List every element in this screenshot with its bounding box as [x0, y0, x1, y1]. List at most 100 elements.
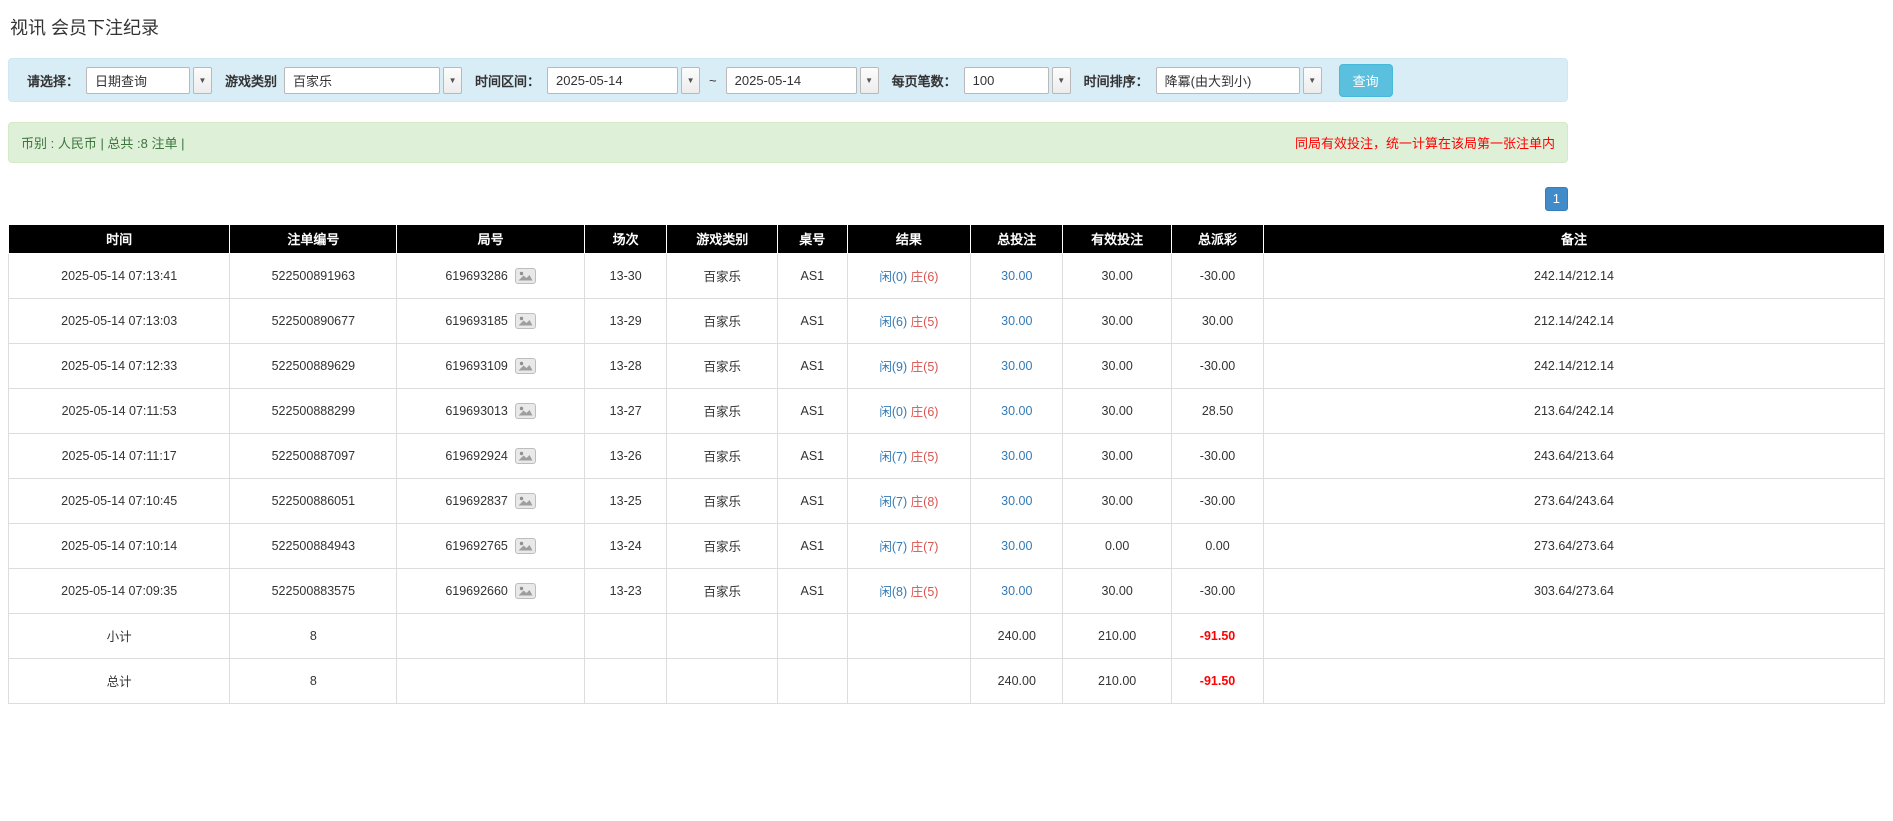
total-bet-link[interactable]: 30.00	[1001, 269, 1032, 283]
time-cell: 2025-05-14 07:13:41	[7, 252, 231, 299]
round-detail-icon[interactable]	[514, 492, 536, 509]
table-row: 2025-05-14 07:09:35 522500883575 619692660…	[7, 567, 1886, 614]
column-header-4: 场次	[583, 223, 668, 254]
round-cell: 619692924	[396, 432, 585, 479]
session-cell: 13-24	[583, 522, 668, 569]
game-type-cell: 百家乐	[666, 477, 779, 524]
chevron-down-icon[interactable]: ▼	[193, 66, 213, 94]
player-result: 闲(0)	[879, 405, 908, 420]
note-cell: 242.14/212.14	[1262, 252, 1886, 299]
result-cell: 闲(9) 庄(5)	[846, 342, 972, 389]
game-type-value[interactable]: 百家乐	[284, 66, 441, 94]
game-type-cell: 百家乐	[666, 522, 779, 569]
chevron-down-icon[interactable]: ▼	[1051, 66, 1071, 94]
page-title: 视讯 会员下注纪录	[10, 18, 160, 38]
banker-result: 庄(8)	[910, 495, 939, 510]
round-detail-icon[interactable]	[514, 402, 536, 419]
total-row-cell-10: -91.50	[1171, 657, 1264, 704]
total-bet-link[interactable]: 30.00	[1001, 404, 1032, 418]
player-result: 闲(7)	[879, 495, 908, 510]
banker-result: 庄(6)	[910, 405, 939, 420]
payout-cell: 0.00	[1171, 522, 1264, 569]
bet-id-cell: 522500890677	[229, 297, 398, 344]
bet-id-cell: 522500891963	[229, 252, 398, 299]
chevron-down-icon[interactable]: ▼	[1302, 66, 1322, 94]
round-id: 619692765	[445, 538, 508, 553]
subtotal-row-cell-4	[583, 612, 668, 659]
note-cell: 242.14/212.14	[1262, 342, 1886, 389]
total-row-cell-6	[777, 657, 848, 704]
records-table: 时间 注单编号 局号 场次 游戏类别 桌号 结果 总投注 有效投注 总派彩 备注 2025-05-1…	[7, 223, 1886, 704]
round-cell: 619692837	[396, 477, 585, 524]
time-cell: 2025-05-14 07:11:53	[7, 387, 231, 434]
banker-result: 庄(5)	[910, 585, 939, 600]
table-no-cell: AS1	[777, 567, 848, 614]
table-no-cell: AS1	[777, 297, 848, 344]
time-cell: 2025-05-14 07:10:45	[7, 477, 231, 524]
column-header-8: 总投注	[970, 223, 1064, 254]
total-bet-cell: 30.00	[970, 567, 1064, 614]
table-no-cell: AS1	[777, 522, 848, 569]
payout-cell: -30.00	[1171, 432, 1264, 479]
session-cell: 13-23	[583, 567, 668, 614]
result-cell: 闲(7) 庄(5)	[846, 432, 972, 479]
game-type-label: 游戏类别	[225, 73, 278, 89]
sort-order-label: 时间排序：	[1083, 73, 1149, 89]
search-button[interactable]: 查询	[1338, 63, 1393, 97]
select-type-value[interactable]: 日期查询	[86, 66, 191, 94]
session-cell: 13-27	[583, 387, 668, 434]
total-bet-cell: 30.00	[970, 297, 1064, 344]
subtotal-row: 小计 8 240.00 210.00 -91.50	[7, 612, 1886, 659]
total-bet-cell: 30.00	[970, 387, 1064, 434]
total-bet-link[interactable]: 30.00	[1001, 314, 1032, 328]
total-bet-link[interactable]: 30.00	[1001, 494, 1032, 508]
round-detail-icon[interactable]	[514, 447, 536, 464]
chevron-down-icon[interactable]: ▼	[859, 66, 879, 94]
note-cell: 273.64/273.64	[1262, 522, 1886, 569]
round-detail-icon[interactable]	[514, 537, 536, 554]
chevron-down-icon[interactable]: ▼	[443, 66, 463, 94]
payout-cell: -30.00	[1171, 342, 1264, 389]
top-area: 请选择： 日期查询 ▼ 游戏类别 百家乐 ▼ 时间区间： 2025-05-14 …	[8, 58, 1568, 211]
round-cell: 619693185	[396, 297, 585, 344]
total-bet-link[interactable]: 30.00	[1001, 539, 1032, 553]
note-cell: 212.14/242.14	[1262, 297, 1886, 344]
game-type-cell: 百家乐	[666, 432, 779, 479]
note-cell: 303.64/273.64	[1262, 567, 1886, 614]
total-bet-cell: 30.00	[970, 342, 1064, 389]
bet-id-cell: 522500883575	[229, 567, 398, 614]
round-detail-icon[interactable]	[514, 267, 536, 284]
total-bet-link[interactable]: 30.00	[1001, 584, 1032, 598]
total-bet-link[interactable]: 30.00	[1001, 359, 1032, 373]
valid-bet-cell: 30.00	[1062, 342, 1173, 389]
total-row-cell-9: 210.00	[1062, 657, 1173, 704]
sort-order-combo: 降冪(由大到小) ▼	[1155, 66, 1322, 94]
subtotal-row-cell-2: 8	[229, 612, 398, 659]
session-cell: 13-30	[583, 252, 668, 299]
page-size-combo: 100 ▼	[963, 66, 1071, 94]
note-cell: 213.64/242.14	[1262, 387, 1886, 434]
round-detail-icon[interactable]	[514, 312, 536, 329]
total-bet-link[interactable]: 30.00	[1001, 449, 1032, 463]
round-id: 619693013	[445, 403, 508, 418]
round-id: 619692924	[445, 448, 508, 463]
column-header-7: 结果	[846, 223, 972, 254]
round-id: 619693185	[445, 313, 508, 328]
date-from-value[interactable]: 2025-05-14	[547, 66, 679, 94]
pagination-page-1[interactable]: 1	[1544, 187, 1568, 211]
game-type-cell: 百家乐	[666, 297, 779, 344]
game-type-cell: 百家乐	[666, 567, 779, 614]
round-id: 619692660	[445, 583, 508, 598]
sort-order-value[interactable]: 降冪(由大到小)	[1155, 66, 1300, 94]
round-detail-icon[interactable]	[514, 582, 536, 599]
table-no-cell: AS1	[777, 342, 848, 389]
chevron-down-icon[interactable]: ▼	[681, 66, 701, 94]
table-row: 2025-05-14 07:10:45 522500886051 619692837…	[7, 477, 1886, 524]
page-size-value[interactable]: 100	[963, 66, 1049, 94]
time-cell: 2025-05-14 07:13:03	[7, 297, 231, 344]
column-header-11: 备注	[1262, 223, 1886, 254]
table-row: 2025-05-14 07:11:53 522500888299 619693013…	[7, 387, 1886, 434]
round-detail-icon[interactable]	[514, 357, 536, 374]
result-cell: 闲(6) 庄(5)	[846, 297, 972, 344]
date-to-value[interactable]: 2025-05-14	[725, 66, 857, 94]
